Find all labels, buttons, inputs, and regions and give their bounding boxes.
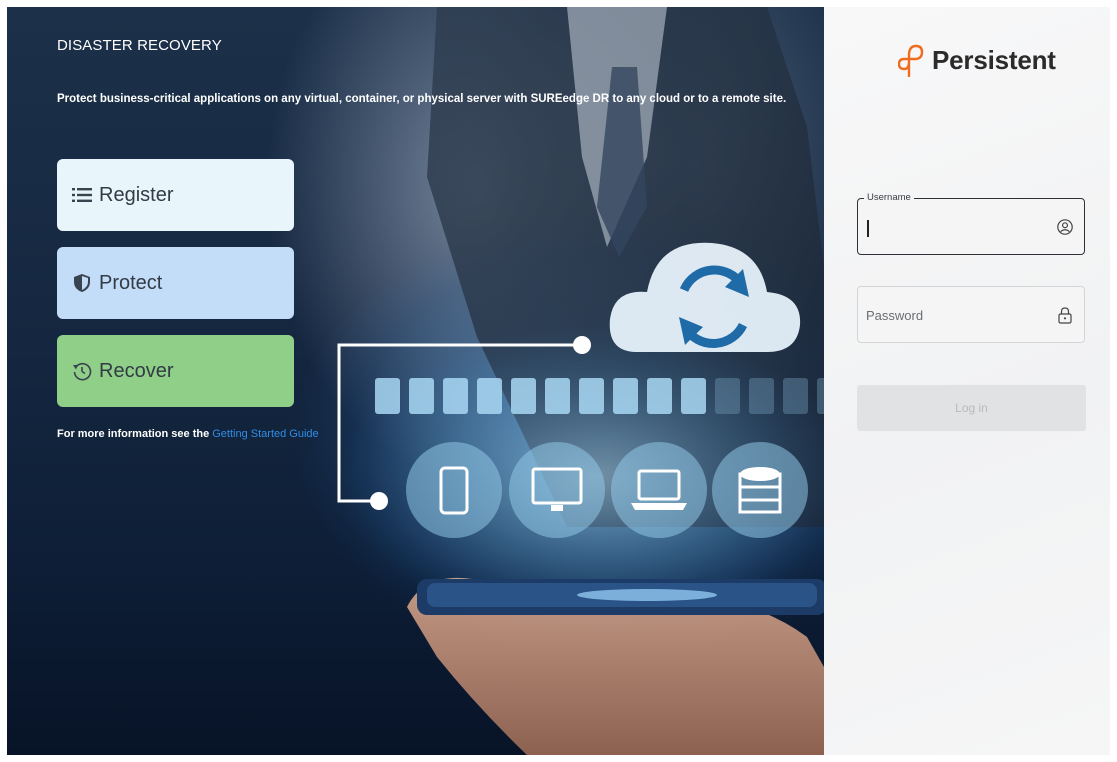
username-input[interactable] bbox=[866, 215, 1046, 239]
persistent-logo-icon bbox=[898, 44, 924, 77]
brand-name: Persistent bbox=[932, 44, 1056, 75]
login-button[interactable]: Log in bbox=[857, 385, 1086, 431]
protect-label: Protect bbox=[99, 271, 163, 294]
register-label: Register bbox=[99, 183, 174, 206]
login-panel: Persistent Username Log in bbox=[824, 7, 1110, 755]
username-label: Username bbox=[864, 192, 914, 203]
password-input[interactable] bbox=[866, 303, 1046, 327]
restore-icon bbox=[71, 360, 93, 382]
app-frame: DISASTER RECOVERY Protect business-criti… bbox=[7, 7, 1110, 755]
recover-label: Recover bbox=[99, 359, 174, 382]
user-circle-icon bbox=[1057, 219, 1073, 235]
hero-panel: DISASTER RECOVERY Protect business-criti… bbox=[7, 7, 824, 755]
register-button[interactable]: Register bbox=[57, 159, 294, 231]
username-field[interactable]: Username bbox=[857, 192, 1085, 255]
password-field[interactable] bbox=[857, 286, 1085, 343]
lock-icon bbox=[1058, 307, 1072, 324]
shield-icon bbox=[71, 272, 93, 294]
protect-button[interactable]: Protect bbox=[57, 247, 294, 319]
list-icon bbox=[71, 184, 93, 206]
brand: Persistent bbox=[898, 43, 1056, 77]
info-line: For more information see the Getting Sta… bbox=[57, 428, 319, 440]
getting-started-link[interactable]: Getting Started Guide bbox=[212, 428, 318, 440]
hero-tagline: Protect business-critical applications o… bbox=[57, 93, 787, 105]
info-text: For more information see the bbox=[57, 428, 213, 440]
hero-title: DISASTER RECOVERY bbox=[57, 37, 222, 54]
recover-button[interactable]: Recover bbox=[57, 335, 294, 407]
